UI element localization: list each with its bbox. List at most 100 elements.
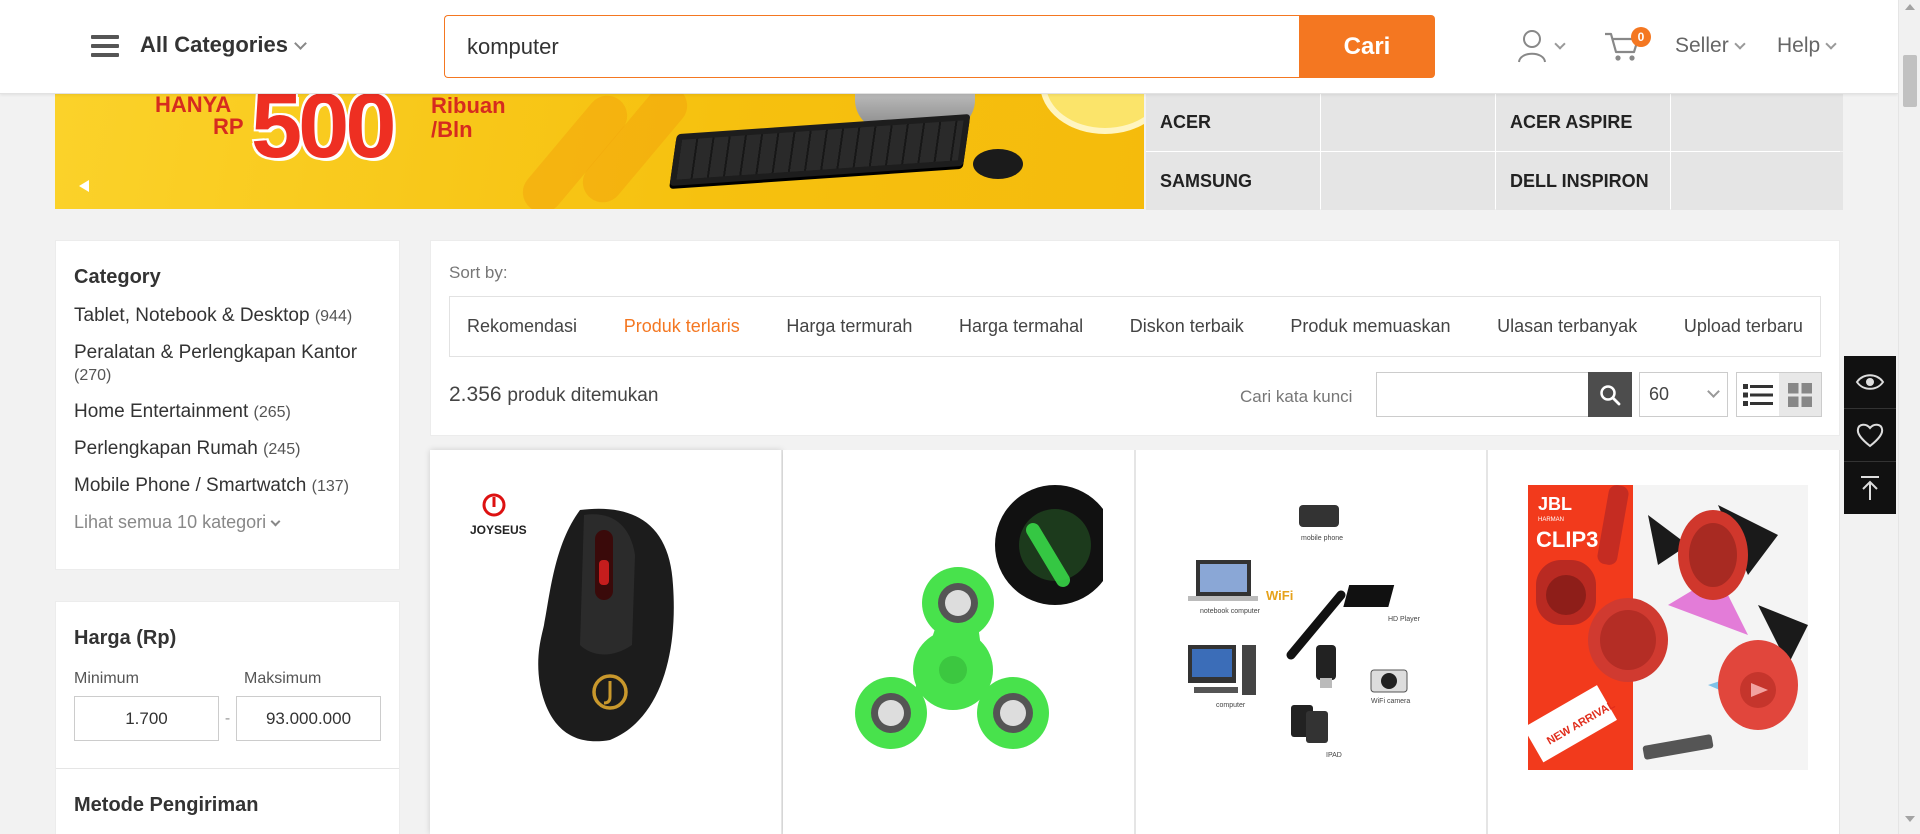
brand-empty[interactable] [1671, 152, 1843, 210]
svg-text:HARMAN: HARMAN [1538, 517, 1564, 523]
keyword-search-input[interactable] [1376, 372, 1589, 417]
per-page-value: 60 [1649, 384, 1670, 404]
product-card[interactable]: JBL HARMAN CLIP3 NEW ARRIVAL [1488, 450, 1840, 834]
all-categories-dropdown[interactable]: All Categories [140, 32, 307, 58]
category-item[interactable]: Tablet, Notebook & Desktop (944) [74, 305, 381, 328]
keyword-search-label: Cari kata kunci [1240, 387, 1353, 406]
all-categories-label: All Categories [140, 32, 288, 57]
hamburger-icon[interactable] [91, 35, 119, 57]
brand-empty[interactable] [1321, 152, 1495, 210]
category-item[interactable]: Peralatan & Perlengkapan Kantor (270) [74, 342, 381, 387]
brand-logo-text: JOYSEUS [470, 523, 527, 537]
chevron-down-icon [1554, 38, 1566, 50]
brand-acer[interactable]: ACER [1146, 94, 1320, 151]
view-toggle [1736, 372, 1822, 417]
banner-prev-arrow-icon[interactable] [79, 180, 89, 192]
keyword-search-button[interactable] [1588, 372, 1632, 417]
svg-text:WiFi: WiFi [1266, 588, 1293, 603]
eye-icon [1855, 374, 1885, 390]
list-view-button[interactable] [1737, 373, 1779, 416]
result-number: 2.356 [449, 383, 502, 406]
min-price-input[interactable] [74, 696, 219, 741]
chevron-down-icon [1825, 38, 1837, 50]
user-icon [1518, 30, 1546, 63]
price-title: Harga (Rp) [74, 627, 177, 649]
help-menu[interactable]: Help [1777, 34, 1837, 58]
brand-samsung[interactable]: SAMSUNG [1146, 152, 1320, 210]
sort-by-label: Sort by: [449, 263, 508, 282]
product-card[interactable]: JOYSEUS [430, 450, 782, 834]
search-button[interactable]: Cari [1299, 15, 1435, 78]
svg-text:WiFi camera: WiFi camera [1371, 698, 1410, 705]
recently-viewed-button[interactable] [1844, 356, 1896, 409]
product-card[interactable]: mobile phone notebook computer WiFi HD P… [1135, 450, 1488, 834]
brand-acer-aspire[interactable]: ACER ASPIRE [1496, 94, 1670, 151]
keyboard-image [669, 113, 971, 187]
brand-grid: ACER ACER ASPIRE SAMSUNG DELL INSPIRON [1146, 94, 1843, 210]
brand-empty[interactable] [1671, 94, 1843, 151]
sort-tab-upload-terbaru[interactable]: Upload terbaru [1684, 316, 1803, 337]
price-labels: Minimum Maksimum [74, 670, 381, 688]
top-header: All Categories Cari 0 Seller Help [0, 0, 1898, 94]
max-price-input[interactable] [236, 696, 381, 741]
floating-quick-bar [1844, 356, 1896, 514]
mouse-image [973, 149, 1023, 179]
banner-hanya-text: HANYA RP [155, 94, 244, 139]
svg-text:JBL: JBL [1538, 494, 1572, 514]
sort-tab-ulasan-terbanyak[interactable]: Ulasan terbanyak [1497, 316, 1637, 337]
promo-banner[interactable]: HANYA RP 500 Ribuan/Bln [55, 94, 1144, 209]
category-item[interactable]: Home Entertainment (265) [74, 401, 381, 424]
list-view-icon [1743, 383, 1773, 406]
scroll-thumb[interactable] [1903, 55, 1917, 107]
max-price-label: Maksimum [244, 670, 322, 687]
search-icon [1600, 384, 1621, 405]
svg-text:notebook computer: notebook computer [1200, 608, 1261, 615]
divider [56, 768, 399, 769]
help-label: Help [1777, 34, 1821, 57]
sort-tab-produk-memuaskan[interactable]: Produk memuaskan [1290, 316, 1450, 337]
shipping-method-title[interactable]: Metode Pengiriman [74, 794, 258, 817]
user-account-button[interactable] [1516, 28, 1566, 64]
sort-tab-harga-termurah[interactable]: Harga termurah [786, 316, 912, 337]
heart-icon [1856, 423, 1884, 448]
svg-text:IPAD: IPAD [1326, 752, 1342, 759]
sort-tab-harga-termahal[interactable]: Harga termahal [959, 316, 1083, 337]
scroll-up-arrow-icon[interactable] [1905, 4, 1915, 10]
seller-label: Seller [1675, 34, 1729, 57]
sort-tab-rekomendasi[interactable]: Rekomendasi [467, 316, 577, 337]
seller-menu[interactable]: Seller [1675, 34, 1746, 58]
result-count: 2.356 produk ditemukan [449, 383, 658, 407]
cart-button[interactable]: 0 [1603, 27, 1651, 66]
page-scrollbar[interactable] [1898, 0, 1920, 834]
wishlist-button[interactable] [1844, 409, 1896, 462]
banner-circle-decoration [1040, 94, 1144, 134]
category-item[interactable]: Mobile Phone / Smartwatch (137) [74, 475, 381, 498]
scroll-down-arrow-icon[interactable] [1905, 816, 1915, 822]
price-range-dash: - [224, 709, 231, 727]
brand-empty[interactable] [1321, 94, 1495, 151]
product-image-mouse: JOYSEUS [470, 493, 674, 742]
chevron-down-icon [294, 37, 307, 50]
see-all-categories-link[interactable]: Lihat semua 10 kategori [74, 512, 381, 533]
banner-ribuan-text: Ribuan/Bln [431, 94, 506, 142]
product-card[interactable] [782, 450, 1135, 834]
grid-view-icon [1788, 382, 1812, 407]
sort-toolbar: Sort by: Rekomendasi Produk terlaris Har… [430, 240, 1840, 436]
back-to-top-icon [1861, 476, 1879, 500]
sort-tab-diskon-terbaik[interactable]: Diskon terbaik [1130, 316, 1244, 337]
result-label: produk ditemukan [507, 385, 659, 406]
price-range-inputs: - [74, 696, 381, 741]
search-input[interactable] [444, 15, 1300, 78]
chevron-down-icon [1734, 38, 1746, 50]
svg-text:CLIP3: CLIP3 [1536, 527, 1598, 552]
brand-dell-inspiron[interactable]: DELL INSPIRON [1496, 152, 1670, 210]
category-filter-card: Category Tablet, Notebook & Desktop (944… [55, 240, 400, 570]
chevron-down-icon [270, 516, 281, 527]
per-page-select[interactable]: 60 [1639, 372, 1728, 417]
sort-tab-produk-terlaris[interactable]: Produk terlaris [624, 316, 740, 337]
grid-view-button[interactable] [1779, 373, 1821, 416]
svg-text:computer: computer [1216, 702, 1246, 709]
back-to-top-button[interactable] [1844, 462, 1896, 514]
category-item[interactable]: Perlengkapan Rumah (245) [74, 438, 381, 461]
sort-tabs: Rekomendasi Produk terlaris Harga termur… [449, 296, 1821, 357]
